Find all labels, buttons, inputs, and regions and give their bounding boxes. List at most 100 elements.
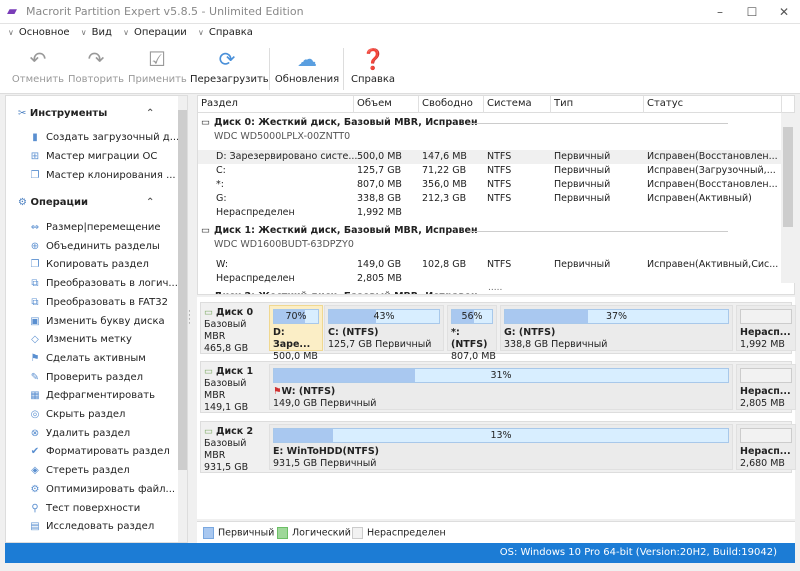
- sidebar-item-operation[interactable]: ◈ Стереть раздел: [28, 465, 129, 477]
- disk-header-row[interactable]: ▭ Диск 0: Жесткий диск, Базовый MBR, Испр…: [198, 116, 781, 130]
- section-tools-header[interactable]: ✂ Инструменты ⌃: [18, 108, 154, 119]
- panel-splitter[interactable]: · · · ·: [188, 308, 194, 329]
- sidebar-item-operation[interactable]: ⚑ Сделать активным: [28, 353, 146, 364]
- disk-type: Базовый MBR: [204, 438, 247, 461]
- menu-help[interactable]: ∨ Справка: [198, 27, 253, 38]
- sidebar-item-operation[interactable]: ⊗ Удалить раздел: [28, 428, 130, 439]
- usage-fill: [274, 429, 334, 442]
- menu-label: Вид: [91, 27, 112, 38]
- section-operations-header[interactable]: ⚙ Операции ⌃: [18, 197, 154, 208]
- menu-main[interactable]: ∨ Основное: [8, 27, 70, 38]
- operation-icon: ⧉: [31, 296, 39, 308]
- collapse-icon[interactable]: ⌃: [146, 108, 154, 119]
- disk-row[interactable]: ▭ Диск 0 Базовый MBR 465,8 GB 70% D: Заре...…: [200, 302, 796, 362]
- partition-block[interactable]: 43% C: (NTFS) 125,7 GB Первичный: [324, 305, 444, 351]
- resize-grip[interactable]: .....: [488, 283, 502, 293]
- sidebar-item-operation[interactable]: ⧉ Преобразовать в FAT32: [28, 297, 168, 308]
- sidebar-item-tool[interactable]: ▮ Создать загрузочный д...: [28, 132, 179, 143]
- operation-icon: ❐: [30, 259, 40, 271]
- tools-icon: ✂: [18, 108, 30, 119]
- sidebar-item-operation[interactable]: ❐ Копировать раздел: [28, 259, 149, 270]
- sidebar: ✂ Инструменты ⌃ ▮ Создать загрузочный д...…: [5, 95, 188, 543]
- disk-row[interactable]: ▭ Диск 1 Базовый MBR 149,1 GB 31% ⚑W: (NTFS)…: [200, 361, 796, 414]
- table-scrollbar[interactable]: [781, 113, 795, 283]
- column-header[interactable]: Система: [484, 96, 551, 113]
- unallocated-block[interactable]: Нерасп... 2,805 MB: [736, 364, 796, 410]
- redo-button[interactable]: ↷ Повторить: [68, 44, 124, 92]
- table-row[interactable]: W: 149,0 GB 102,8 GB NTFS Первичный Исправен(…: [198, 258, 781, 272]
- table-cell: 807,0 MB: [357, 179, 402, 190]
- sidebar-item-operation[interactable]: ✔ Форматировать раздел: [28, 446, 170, 457]
- apply-button[interactable]: ☑ Применить: [128, 44, 187, 92]
- menu-view[interactable]: ∨ Вид: [81, 27, 112, 38]
- sidebar-item-label: Создать загрузочный д...: [46, 132, 180, 143]
- partition-title: G: (NTFS): [504, 327, 732, 339]
- sidebar-item-operation[interactable]: ⊕ Объединить разделы: [28, 241, 160, 252]
- table-row[interactable]: C: 125,7 GB 71,22 GB NTFS Первичный Исправен(…: [198, 164, 781, 178]
- sidebar-item-operation[interactable]: ▦ Дефрагментировать: [28, 390, 155, 401]
- partition-block[interactable]: 56% *: (NTFS) 807,0 MB: [447, 305, 497, 362]
- sidebar-item-operation[interactable]: ▣ Изменить букву диска: [28, 316, 164, 327]
- disk-row[interactable]: ▭ Диск 2 Базовый MBR 931,5 GB 13% E: WinToHD…: [200, 421, 796, 474]
- disk-header: Диск 1: Жесткий диск, Базовый MBR, Испра…: [214, 225, 478, 236]
- usage-bar: 70%: [273, 309, 319, 324]
- column-header[interactable]: Раздел: [198, 96, 354, 113]
- table-scroll-thumb[interactable]: [783, 127, 793, 227]
- button-label: Отменить: [11, 74, 65, 85]
- close-button[interactable]: ✕: [768, 0, 800, 24]
- sidebar-scroll-thumb[interactable]: [178, 110, 187, 470]
- help-button[interactable]: ❓ Справка: [348, 44, 398, 92]
- table-row[interactable]: Нераспределен 1,992 MB: [198, 206, 781, 220]
- sidebar-item-operation[interactable]: ⧉ Преобразовать в логич...: [28, 278, 178, 289]
- sidebar-item-operation[interactable]: ▤ Исследовать раздел: [28, 521, 154, 532]
- table-cell: NTFS: [487, 165, 512, 176]
- column-header[interactable]: Объем: [354, 96, 419, 113]
- column-header[interactable]: Свободно: [419, 96, 484, 113]
- table-row[interactable]: *: 807,0 MB 356,0 MB NTFS Первичный Исправен(…: [198, 178, 781, 192]
- partition-block[interactable]: 31% ⚑W: (NTFS) 149,0 GB Первичный: [269, 364, 733, 410]
- sidebar-item-operation[interactable]: ⚲ Тест поверхности: [28, 503, 140, 514]
- table-row[interactable]: G: 338,8 GB 212,3 GB NTFS Первичный Исправен(…: [198, 192, 781, 206]
- cloud-upload-icon: ☁: [297, 47, 317, 71]
- menu-operations[interactable]: ∨ Операции: [123, 27, 187, 38]
- sidebar-item-operation[interactable]: ⇔ Размер|перемещение: [28, 222, 161, 233]
- reload-button[interactable]: ⟳ Перезагрузить: [190, 44, 269, 92]
- disk-label[interactable]: ▭ Диск 0 Базовый MBR 465,8 GB: [204, 307, 266, 355]
- collapse-icon[interactable]: ⌃: [146, 197, 154, 208]
- app-logo-icon: ▰: [7, 4, 17, 19]
- sidebar-item-operation[interactable]: ⚙ Оптимизировать файл...: [28, 484, 176, 495]
- sidebar-item-tool[interactable]: ⊞ Мастер миграции ОС: [28, 151, 158, 162]
- partition-block[interactable]: 70% D: Заре... 500,0 MB: [269, 305, 323, 362]
- disk-header: Диск 0: Жесткий диск, Базовый MBR, Испра…: [214, 117, 478, 128]
- disk-header-row[interactable]: ▭ Диск 1: Жесткий диск, Базовый MBR, Испр…: [198, 224, 781, 238]
- partition-block[interactable]: 13% E: WinToHDD(NTFS) 931,5 GB Первичный: [269, 424, 733, 470]
- operation-icon: ▤: [30, 521, 40, 533]
- sidebar-item-operation[interactable]: ◇ Изменить метку: [28, 334, 132, 345]
- maximize-button[interactable]: ☐: [736, 0, 768, 24]
- table-header: Раздел Объем Свободно Система Тип Статус: [198, 96, 794, 113]
- table-row[interactable]: D: Зарезервировано систе... 500,0 MB 147,6…: [198, 150, 781, 164]
- legend-label: Логический: [292, 527, 351, 539]
- partition-block[interactable]: 37% G: (NTFS) 338,8 GB Первичный: [500, 305, 733, 351]
- partition-info: 149,0 GB Первичный: [273, 398, 377, 409]
- partition-title-text: E: WinToHDD(NTFS): [273, 446, 380, 457]
- disk-label[interactable]: ▭ Диск 1 Базовый MBR 149,1 GB: [204, 366, 266, 414]
- table-cell: 125,7 GB: [357, 165, 402, 176]
- sidebar-item-operation[interactable]: ✎ Проверить раздел: [28, 372, 143, 383]
- undo-button[interactable]: ↶ Отменить: [10, 44, 66, 92]
- column-header[interactable]: Тип: [551, 96, 644, 113]
- disk-label[interactable]: ▭ Диск 2 Базовый MBR 931,5 GB: [204, 426, 266, 474]
- button-label: Справка: [350, 74, 396, 85]
- unallocated-block[interactable]: Нерасп... 2,680 MB: [736, 424, 796, 470]
- table-cell: NTFS: [487, 151, 512, 162]
- sidebar-item-tool[interactable]: ❐ Мастер клонирования ...: [28, 170, 176, 181]
- unallocated-block[interactable]: Нерасп... 1,992 MB: [736, 305, 796, 351]
- operation-icon: ◈: [31, 465, 39, 477]
- usage-bar: 37%: [504, 309, 729, 324]
- updates-button[interactable]: ☁ Обновления: [274, 44, 340, 92]
- column-header[interactable]: Статус: [644, 96, 782, 113]
- partition-title: E: WinToHDD(NTFS): [273, 446, 732, 458]
- menu-bar: ∨ Основное ∨ Вид ∨ Операции ∨ Справка: [0, 24, 800, 44]
- sidebar-item-operation[interactable]: ◎ Скрыть раздел: [28, 409, 126, 420]
- minimize-button[interactable]: –: [704, 0, 736, 24]
